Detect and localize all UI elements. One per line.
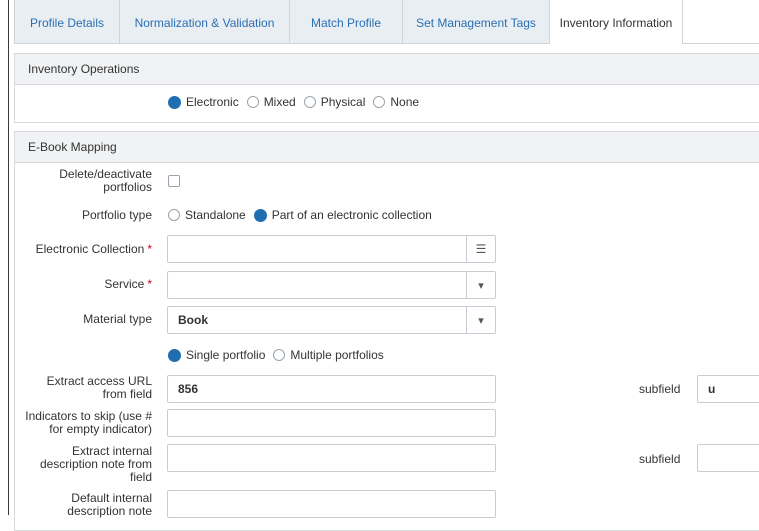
indicators-field[interactable]: [167, 409, 496, 437]
delete-portfolios-checkbox[interactable]: [168, 175, 180, 187]
radio-selected-icon: [168, 95, 181, 109]
ebook-mapping-section: E-Book Mapping Delete/deactivate portfol…: [14, 131, 759, 531]
radio-selected-icon: [253, 208, 267, 222]
chevron-down-icon: ▾: [478, 279, 484, 292]
tab-normalization-validation[interactable]: Normalization & Validation: [119, 0, 290, 43]
ebook-mapping-header: E-Book Mapping: [15, 132, 759, 163]
inventory-operations-radio-group: Electronic Mixed Physical None: [168, 94, 427, 110]
tab-set-management-tags[interactable]: Set Management Tags: [402, 0, 550, 43]
extract-note-subfield-label: subfield: [639, 452, 681, 466]
delete-portfolios-label: Delete/deactivate portfolios: [59, 167, 152, 194]
radio-selected-icon: [168, 348, 181, 362]
tab-match-profile[interactable]: Match Profile: [289, 0, 403, 43]
radio-unselected-icon: [246, 96, 259, 108]
service-label: Service *: [104, 277, 152, 291]
extract-note-subfield-input[interactable]: [698, 445, 759, 471]
portfolio-type-label: Portfolio type: [81, 208, 152, 222]
radio-unselected-icon: [303, 96, 316, 108]
indicators-label: Indicators to skip (use # for empty indi…: [25, 409, 152, 436]
extract-note-subfield-field[interactable]: [697, 444, 759, 472]
extract-url-subfield-input[interactable]: [698, 376, 759, 402]
default-note-input[interactable]: [168, 491, 495, 517]
radio-electronic[interactable]: Electronic: [168, 95, 239, 109]
electronic-collection-input[interactable]: [168, 236, 495, 262]
extract-url-subfield-field[interactable]: [697, 375, 759, 403]
required-asterisk: *: [147, 242, 152, 256]
radio-none[interactable]: None: [373, 95, 419, 109]
indicators-input[interactable]: [168, 410, 495, 436]
required-asterisk: *: [147, 277, 152, 291]
radio-standalone[interactable]: Standalone: [168, 208, 246, 222]
portfolio-count-radio-group: Single portfolio Multiple portfolios: [168, 347, 392, 363]
list-icon: ☰: [475, 242, 487, 256]
inventory-operations-section: Inventory Operations Electronic Mixed Ph…: [14, 53, 759, 123]
tab-bar: Profile Details Normalization & Validati…: [14, 0, 759, 44]
radio-unselected-icon: [273, 349, 286, 361]
radio-single-portfolio[interactable]: Single portfolio: [168, 348, 265, 362]
default-note-field[interactable]: [167, 490, 496, 518]
extract-url-input[interactable]: [168, 376, 495, 402]
extract-note-label: Extract internal description note from f…: [39, 444, 152, 484]
chevron-down-icon: ▾: [478, 314, 484, 327]
window-left-edge: [8, 0, 9, 515]
extract-url-field[interactable]: [167, 375, 496, 403]
radio-part-of-collection[interactable]: Part of an electronic collection: [253, 208, 432, 222]
material-type-select[interactable]: ▾: [167, 306, 496, 334]
electronic-collection-field[interactable]: ☰: [167, 235, 496, 263]
radio-mixed[interactable]: Mixed: [246, 95, 296, 109]
radio-physical[interactable]: Physical: [303, 95, 365, 109]
radio-unselected-icon: [168, 209, 180, 221]
service-dropdown-button[interactable]: ▾: [466, 272, 495, 298]
material-type-input[interactable]: [168, 307, 495, 333]
extract-note-field[interactable]: [167, 444, 496, 472]
material-type-label: Material type: [83, 312, 152, 326]
service-input[interactable]: [168, 272, 495, 298]
tab-inventory-information[interactable]: Inventory Information: [549, 0, 683, 44]
collection-picker-button[interactable]: ☰: [466, 236, 495, 262]
tab-profile-details[interactable]: Profile Details: [14, 0, 120, 43]
material-type-dropdown-button[interactable]: ▾: [466, 307, 495, 333]
extract-url-label: Extract access URL from field: [46, 374, 152, 401]
inventory-operations-header: Inventory Operations: [15, 54, 759, 85]
service-select[interactable]: ▾: [167, 271, 496, 299]
radio-unselected-icon: [373, 96, 386, 108]
default-note-label: Default internal description note: [67, 491, 152, 518]
extract-note-input[interactable]: [168, 445, 495, 471]
radio-multiple-portfolios[interactable]: Multiple portfolios: [273, 348, 384, 362]
electronic-collection-label: Electronic Collection *: [35, 242, 152, 256]
portfolio-type-radio-group: Standalone Part of an electronic collect…: [168, 207, 440, 223]
extract-url-subfield-label: subfield: [639, 382, 681, 396]
